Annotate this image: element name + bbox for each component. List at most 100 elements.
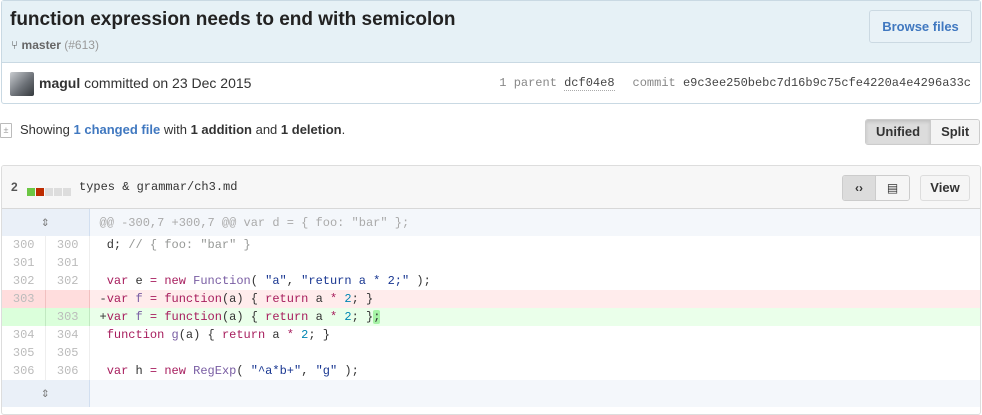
code-token: 2 xyxy=(344,310,352,324)
code-token: function xyxy=(106,328,165,342)
code-token: - xyxy=(99,292,107,306)
diff-line: 306 306 var h = new RegExp( "^a*b+", "g" … xyxy=(2,362,980,380)
new-line-number[interactable]: 300 xyxy=(45,236,90,254)
display-toggle: ‹› ▤ xyxy=(842,175,910,201)
code-token: + xyxy=(99,310,107,324)
code-token: ; xyxy=(373,310,381,324)
unified-button[interactable]: Unified xyxy=(866,120,932,144)
code-token: (a) { xyxy=(221,292,266,306)
code-token: ; } xyxy=(308,328,330,342)
code-token: d; xyxy=(99,238,129,252)
diffstat-blocks xyxy=(27,183,72,199)
pr-link[interactable]: (#613) xyxy=(64,38,99,52)
avatar[interactable] xyxy=(10,72,34,96)
code-token: return xyxy=(265,292,309,306)
new-line-number[interactable]: 301 xyxy=(45,254,90,272)
split-button[interactable]: Split xyxy=(931,120,980,144)
parent-label: 1 parent xyxy=(499,76,557,90)
code-token: , xyxy=(286,274,302,288)
code-token: g xyxy=(171,328,179,342)
code-token: ( xyxy=(250,274,266,288)
old-line-number[interactable]: 303 xyxy=(2,290,46,308)
new-line-number[interactable]: 305 xyxy=(45,344,90,362)
file-path[interactable]: types & grammar/ch3.md xyxy=(79,180,237,194)
new-line-number[interactable]: 303 xyxy=(45,308,90,326)
old-line-number[interactable]: 301 xyxy=(2,254,46,272)
code-line: function g(a) { return a * 2; } xyxy=(89,326,980,344)
rich-view-icon[interactable]: ▤ xyxy=(876,176,909,200)
code-token: "^a*b+" xyxy=(250,364,302,378)
hunk-row: ⇕ @@ -300,7 +300,7 @@ var d = { foo: "bar… xyxy=(2,209,980,236)
branch-name[interactable]: master xyxy=(22,38,61,52)
expand-icon[interactable]: ⇕ xyxy=(2,209,90,236)
deletions-count: 1 deletion xyxy=(280,122,342,137)
code-token: ( xyxy=(236,364,251,378)
hunk-header: @@ -300,7 +300,7 @@ var d = { foo: "bar"… xyxy=(89,209,980,236)
diff-file-icon: ± xyxy=(0,123,12,139)
parent-sha-link[interactable]: dcf04e8 xyxy=(564,76,615,91)
code-token: 2 xyxy=(344,292,352,306)
code-token: (a) { xyxy=(221,310,266,324)
old-line-number[interactable]: 306 xyxy=(2,362,46,380)
code-token: e xyxy=(128,274,150,288)
old-line-number[interactable] xyxy=(2,308,46,326)
diff-line: 302 302 var e = new Function( "a", "retur… xyxy=(2,272,980,290)
code-token: h xyxy=(128,364,150,378)
branch-icon: ⑂ xyxy=(11,38,19,52)
new-line-number[interactable]: 306 xyxy=(45,362,90,380)
code-line: var h = new RegExp( "^a*b+", "g" ); xyxy=(89,362,980,380)
code-token: * xyxy=(286,328,294,342)
code-token: new xyxy=(164,364,186,378)
commit-title: function expression needs to end with se… xyxy=(10,9,456,30)
view-file-button[interactable]: View xyxy=(920,175,970,201)
code-token: ); xyxy=(337,364,359,378)
code-token: // { foo: "bar" } xyxy=(128,238,251,252)
commit-header: function expression needs to end with se… xyxy=(2,1,980,63)
old-line-number[interactable]: 304 xyxy=(2,326,46,344)
code-token: "return a * 2;" xyxy=(301,274,410,288)
summary-text: and xyxy=(255,122,278,137)
file-header: 2 types & grammar/ch3.md ‹› ▤ View xyxy=(2,166,980,209)
diff-line: 300 300 d; // { foo: "bar" } xyxy=(2,236,980,254)
diff-line: 305 305 xyxy=(2,344,980,362)
commit-box: function expression needs to end with se… xyxy=(1,0,981,104)
changed-files-link[interactable]: 1 changed file xyxy=(74,122,161,137)
old-line-number[interactable]: 305 xyxy=(2,344,46,362)
browse-files-button[interactable]: Browse files xyxy=(869,10,972,43)
diff-table: ⇕ @@ -300,7 +300,7 @@ var d = { foo: "bar… xyxy=(2,209,980,407)
code-token: (a) { xyxy=(178,328,222,342)
file-diff: 2 types & grammar/ch3.md ‹› ▤ View ⇕ @@ -… xyxy=(1,165,981,415)
code-token: , xyxy=(301,364,316,378)
old-line-number[interactable]: 300 xyxy=(2,236,46,254)
code-token: "g" xyxy=(315,364,338,378)
expand-filler xyxy=(89,380,980,407)
diff-line: 303 -var f = function(a) { return a * 2; … xyxy=(2,290,980,308)
source-view-icon[interactable]: ‹› xyxy=(843,176,876,200)
code-token: f xyxy=(135,310,143,324)
code-token: ; } xyxy=(351,310,374,324)
code-token: a xyxy=(308,292,330,306)
code-token: ; } xyxy=(351,292,374,306)
code-token: ); xyxy=(409,274,431,288)
new-line-number[interactable] xyxy=(45,290,90,308)
diff-view-toggle: Unified Split xyxy=(865,119,981,145)
summary-text: . xyxy=(341,122,346,137)
branch-info: ⑂ master (#613) xyxy=(11,38,99,52)
expand-icon[interactable]: ⇕ xyxy=(2,380,90,407)
summary-text: with xyxy=(163,122,187,137)
author-link[interactable]: magul xyxy=(39,75,80,91)
code-token: function xyxy=(164,292,222,306)
code-line xyxy=(89,344,980,362)
new-line-number[interactable]: 304 xyxy=(45,326,90,344)
commit-meta: magul committed on 23 Dec 2015 1 parent … xyxy=(2,63,980,104)
code-token: var xyxy=(106,364,129,378)
old-line-number[interactable]: 302 xyxy=(2,272,46,290)
code-token: RegExp xyxy=(193,364,237,378)
new-line-number[interactable]: 302 xyxy=(45,272,90,290)
